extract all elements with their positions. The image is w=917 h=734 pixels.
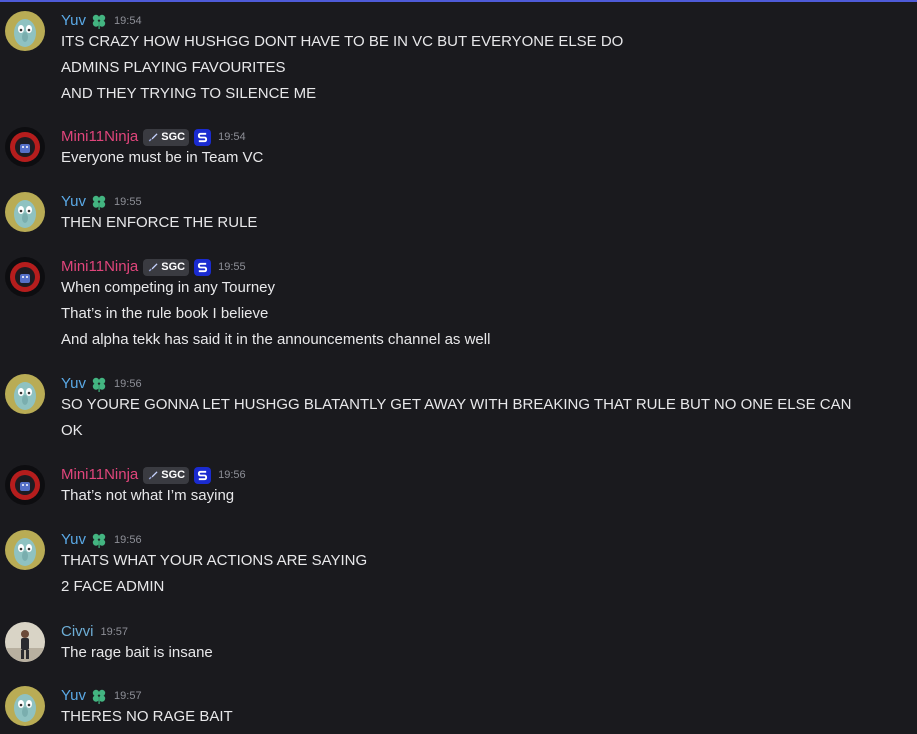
message-feed[interactable]: Yuv 19:54 ITS CRAZY HOW HUSHGG DONT HAVE… — [0, 0, 917, 734]
username[interactable]: Yuv — [61, 192, 86, 212]
message-header: Yuv 19:57 — [61, 686, 142, 706]
message-header: Mini11Ninja SGC 19:56 — [61, 465, 246, 485]
username[interactable]: Yuv — [61, 530, 86, 550]
message-text: AND THEY TRYING TO SILENCE ME — [61, 85, 317, 102]
message-header: Mini11Ninja SGC 19:55 — [61, 257, 246, 277]
timestamp[interactable]: 19:56 — [114, 530, 142, 550]
timestamp[interactable]: 19:55 — [218, 257, 246, 277]
timestamp[interactable]: 19:54 — [218, 127, 246, 147]
clover-icon[interactable] — [91, 376, 107, 392]
message-header: Yuv 19:56 — [61, 374, 142, 394]
username[interactable]: Mini11Ninja — [61, 257, 138, 277]
message-text: ITS CRAZY HOW HUSHGG DONT HAVE TO BE IN … — [61, 33, 624, 50]
message-text: Everyone must be in Team VC — [61, 149, 264, 166]
message-header: Mini11Ninja SGC 19:54 — [61, 127, 246, 147]
username[interactable]: Yuv — [61, 11, 86, 31]
timestamp[interactable]: 19:56 — [218, 465, 246, 485]
guild-tag-label: SGC — [161, 131, 186, 143]
message-text: SO YOURE GONNA LET HUSHGG BLATANTLY GET … — [61, 396, 852, 413]
message-text: THERES NO RAGE BAIT — [61, 708, 233, 725]
message-text: THEN ENFORCE THE RULE — [61, 214, 258, 231]
message-text: That’s not what I’m saying — [61, 487, 235, 504]
username[interactable]: Yuv — [61, 374, 86, 394]
message-text: When competing in any Tourney — [61, 279, 276, 296]
s-logo-icon[interactable] — [194, 258, 212, 276]
avatar-mini11ninja[interactable] — [5, 465, 45, 505]
username[interactable]: Mini11Ninja — [61, 127, 138, 147]
guild-tag-label: SGC — [161, 469, 186, 481]
avatar-yuv[interactable] — [5, 374, 45, 414]
avatar-mini11ninja[interactable] — [5, 127, 45, 167]
timestamp[interactable]: 19:56 — [114, 374, 142, 394]
message-header: Yuv 19:56 — [61, 530, 142, 550]
s-logo-icon[interactable] — [194, 128, 212, 146]
guild-tag[interactable]: SGC — [143, 128, 190, 146]
message-header: Yuv 19:54 — [61, 11, 142, 31]
sword-icon — [148, 262, 158, 272]
username[interactable]: Civvi — [61, 622, 94, 642]
guild-tag[interactable]: SGC — [143, 258, 190, 276]
guild-tag[interactable]: SGC — [143, 466, 190, 484]
message-text: THATS WHAT YOUR ACTIONS ARE SAYING — [61, 552, 368, 569]
sword-icon — [148, 470, 158, 480]
guild-tag-label: SGC — [161, 261, 186, 273]
timestamp[interactable]: 19:57 — [114, 686, 142, 706]
clover-icon[interactable] — [91, 532, 107, 548]
clover-icon[interactable] — [91, 194, 107, 210]
avatar-yuv[interactable] — [5, 11, 45, 51]
message-text: OK — [61, 422, 83, 439]
message-text: And alpha tekk has said it in the announ… — [61, 331, 491, 348]
timestamp[interactable]: 19:55 — [114, 192, 142, 212]
message-text: That’s in the rule book I believe — [61, 305, 269, 322]
clover-icon[interactable] — [91, 13, 107, 29]
timestamp[interactable]: 19:57 — [101, 622, 129, 642]
message-header: Civvi 19:57 — [61, 622, 128, 642]
clover-icon[interactable] — [91, 688, 107, 704]
s-logo-icon[interactable] — [194, 466, 212, 484]
avatar-mini11ninja[interactable] — [5, 257, 45, 297]
sword-icon — [148, 132, 158, 142]
avatar-yuv[interactable] — [5, 192, 45, 232]
avatar-yuv[interactable] — [5, 530, 45, 570]
message-text: 2 FACE ADMIN — [61, 578, 165, 595]
username[interactable]: Mini11Ninja — [61, 465, 138, 485]
avatar-yuv[interactable] — [5, 686, 45, 726]
username[interactable]: Yuv — [61, 686, 86, 706]
message-text: ADMINS PLAYING FAVOURITES — [61, 59, 286, 76]
message-header: Yuv 19:55 — [61, 192, 142, 212]
avatar-civvi[interactable] — [5, 622, 45, 662]
timestamp[interactable]: 19:54 — [114, 11, 142, 31]
message-text: The rage bait is insane — [61, 644, 213, 661]
